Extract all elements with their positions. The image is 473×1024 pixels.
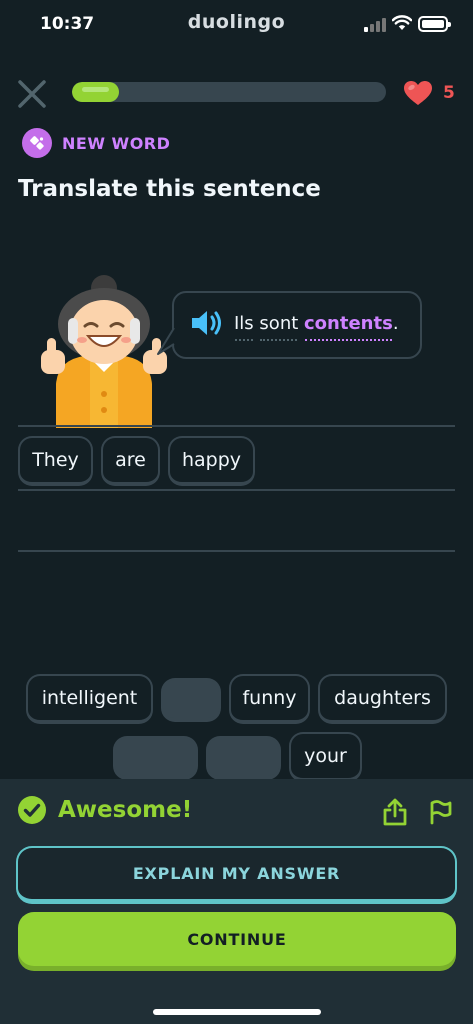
signal-icon — [364, 18, 386, 32]
explain-my-answer-button[interactable]: EXPLAIN MY ANSWER — [16, 846, 457, 904]
new-word-tag: NEW WORD — [22, 128, 170, 158]
word-bank-slot-empty — [206, 736, 281, 780]
continue-button[interactable]: CONTINUE — [18, 912, 456, 966]
sentence-text: Ils sont contents. — [234, 313, 399, 334]
close-icon — [18, 80, 46, 108]
wifi-icon — [392, 15, 412, 30]
page-title: Translate this sentence — [18, 176, 321, 202]
answer-tile[interactable]: They — [18, 436, 93, 486]
status-bar: 10:37 duolingo — [0, 0, 473, 52]
battery-icon — [418, 16, 451, 32]
flag-icon — [430, 800, 452, 825]
sentence-word[interactable]: sont — [259, 313, 298, 334]
sentence-punctuation: . — [392, 313, 399, 334]
character-illustration — [41, 275, 167, 428]
word-bank-slot-empty — [161, 678, 221, 722]
speech-bubble-tail — [157, 327, 175, 355]
sentence-word-highlighted[interactable]: contents — [304, 313, 393, 334]
answer-line — [18, 489, 455, 491]
progress-fill — [72, 82, 120, 102]
hearts-counter: 5 — [403, 80, 455, 106]
answer-line — [18, 425, 455, 427]
speech-bubble: Ils sont contents. — [172, 291, 422, 359]
answer-line — [18, 550, 455, 552]
word-bank-tile[interactable]: your — [289, 732, 362, 782]
answer-tile[interactable]: are — [101, 436, 160, 486]
share-button[interactable] — [381, 797, 409, 831]
checkmark-icon — [18, 796, 46, 824]
play-audio-button[interactable] — [190, 309, 224, 341]
report-button[interactable] — [428, 799, 454, 829]
hearts-count: 5 — [443, 83, 455, 103]
new-word-label: NEW WORD — [62, 133, 171, 153]
feedback-header: Awesome! — [18, 796, 192, 824]
answer-tile[interactable]: happy — [168, 436, 255, 486]
close-button[interactable] — [16, 78, 48, 110]
word-bank-tile[interactable]: intelligent — [26, 674, 153, 724]
sentence-word[interactable]: Ils — [234, 313, 254, 334]
speaker-icon — [192, 311, 221, 335]
word-bank-tile[interactable]: funny — [229, 674, 310, 724]
word-bank-tile[interactable]: daughters — [318, 674, 447, 724]
share-icon — [383, 798, 407, 826]
word-bank-slot-empty — [113, 736, 198, 780]
new-word-icon — [22, 128, 52, 158]
feedback-title: Awesome! — [58, 797, 193, 823]
heart-icon — [404, 81, 432, 105]
lesson-progress-bar — [72, 82, 386, 102]
home-indicator — [153, 1009, 321, 1015]
